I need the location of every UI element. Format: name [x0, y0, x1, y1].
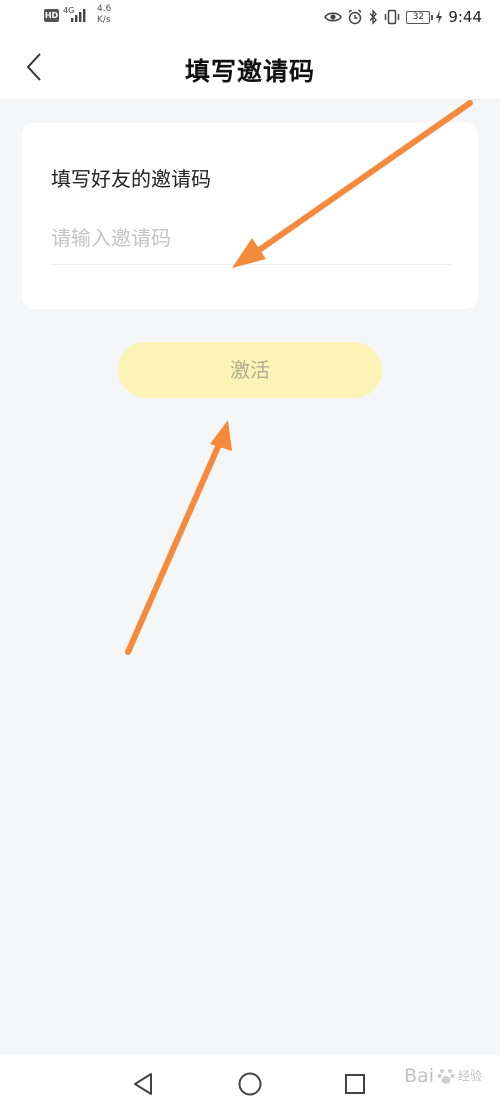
page-title: 填写邀请码: [184, 57, 315, 86]
status-time: 9:44: [448, 8, 482, 26]
page-header: 填写邀请码: [0, 34, 500, 100]
vibrate-icon: [385, 9, 400, 25]
nav-home-button[interactable]: [235, 1069, 265, 1099]
arrow-to-activate-button: [125, 420, 232, 655]
status-bar: HD 4G 4.6 K/s 32 9:44: [0, 0, 500, 34]
eye-icon: [324, 12, 343, 22]
paw-icon: [437, 1069, 455, 1084]
activate-button[interactable]: 激活: [118, 342, 382, 398]
alarm-icon: [348, 9, 362, 25]
nav-recent-icon: [345, 1074, 365, 1094]
hd-icon: HD: [44, 9, 59, 22]
nav-back-icon: [134, 1073, 152, 1095]
status-icons: 32 9:44: [324, 6, 482, 28]
invite-code-label: 填写好友的邀请码: [51, 167, 211, 191]
invite-code-card: 填写好友的邀请码: [22, 123, 478, 309]
invite-code-input[interactable]: [51, 211, 451, 265]
signal-icon: [71, 9, 86, 22]
system-nav-bar: Bai 经验: [0, 1055, 500, 1111]
battery-icon: 32: [406, 10, 434, 24]
charging-icon: [436, 10, 443, 24]
bluetooth-icon: [369, 9, 378, 25]
watermark-subtext: 经验: [457, 1068, 482, 1083]
watermark-text: Bai: [404, 1065, 434, 1087]
nav-recent-button[interactable]: [340, 1069, 370, 1099]
nav-home-icon: [238, 1072, 262, 1096]
network-speed: 4.6 K/s: [97, 4, 112, 25]
nav-back-button[interactable]: [128, 1069, 158, 1099]
baidu-watermark: Bai 经验: [404, 1065, 482, 1087]
